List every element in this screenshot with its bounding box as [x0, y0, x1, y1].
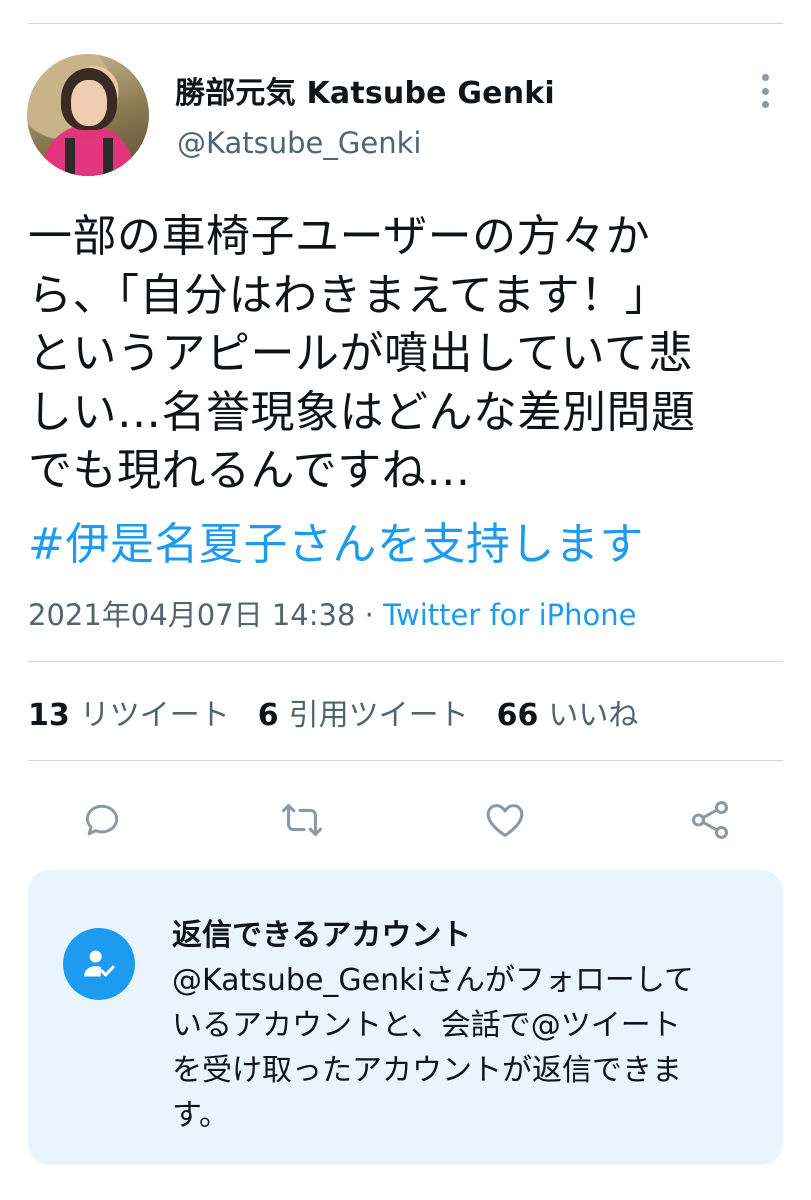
- tweet-meta: 2021年04月07日 14:38 · Twitter for iPhone: [28, 592, 636, 634]
- more-dot: [761, 74, 769, 81]
- reply-notice-body: @Katsube_Genkiさんがフォローして いるアカウントと、会話で@ツイー…: [172, 963, 694, 1133]
- retweet-label: リツイート: [79, 698, 230, 733]
- more-dot: [761, 87, 769, 95]
- action-bar: [0, 790, 811, 850]
- like-label: いいね: [548, 698, 639, 733]
- divider: [28, 760, 783, 761]
- meta-separator: ·: [355, 598, 384, 632]
- retweet-icon[interactable]: [272, 790, 332, 850]
- retweet-count: 13: [28, 698, 70, 733]
- engagement-stats: 13 リツイート 6 引用ツイート 66 いいね: [28, 690, 666, 734]
- reply-restriction-notice: 返信できるアカウント @Katsube_Genkiさんがフォローして いるアカウ…: [28, 870, 783, 1165]
- tweet-timestamp[interactable]: 2021年04月07日 14:38: [28, 598, 355, 632]
- top-divider: [28, 23, 783, 24]
- like-count: 66: [496, 698, 539, 733]
- avatar-face: [71, 80, 107, 126]
- heart-icon[interactable]: [475, 790, 535, 850]
- quote-label: 引用ツイート: [288, 698, 469, 733]
- hashtag-link[interactable]: #伊是名夏子さんを支持します: [28, 516, 644, 574]
- reply-icon[interactable]: [72, 790, 132, 850]
- more-dot: [761, 101, 769, 108]
- retweet-stat[interactable]: 13 リツイート: [28, 690, 230, 734]
- verified-user-icon: [63, 928, 135, 1000]
- reply-notice-title: 返信できるアカウント: [172, 918, 472, 953]
- avatar-strap-left: [65, 138, 75, 176]
- avatar[interactable]: [27, 54, 149, 176]
- more-options-icon[interactable]: [758, 74, 772, 108]
- quote-stat[interactable]: 6 引用ツイート: [258, 690, 469, 734]
- like-stat[interactable]: 66 いいね: [497, 690, 639, 734]
- author-handle[interactable]: @Katsube_Genki: [177, 126, 421, 160]
- avatar-shirt: [47, 138, 131, 176]
- share-icon[interactable]: [680, 790, 740, 850]
- quote-count: 6: [257, 698, 279, 733]
- divider: [28, 661, 783, 662]
- avatar-strap-right: [103, 138, 113, 176]
- tweet-source-link[interactable]: Twitter for iPhone: [383, 598, 636, 632]
- author-display-name[interactable]: 勝部元気 Katsube Genki: [175, 68, 555, 112]
- tweet-text: 一部の車椅子ユーザーの方々か ら、「自分はわきまえてます！」 というアピールが噴…: [28, 211, 696, 496]
